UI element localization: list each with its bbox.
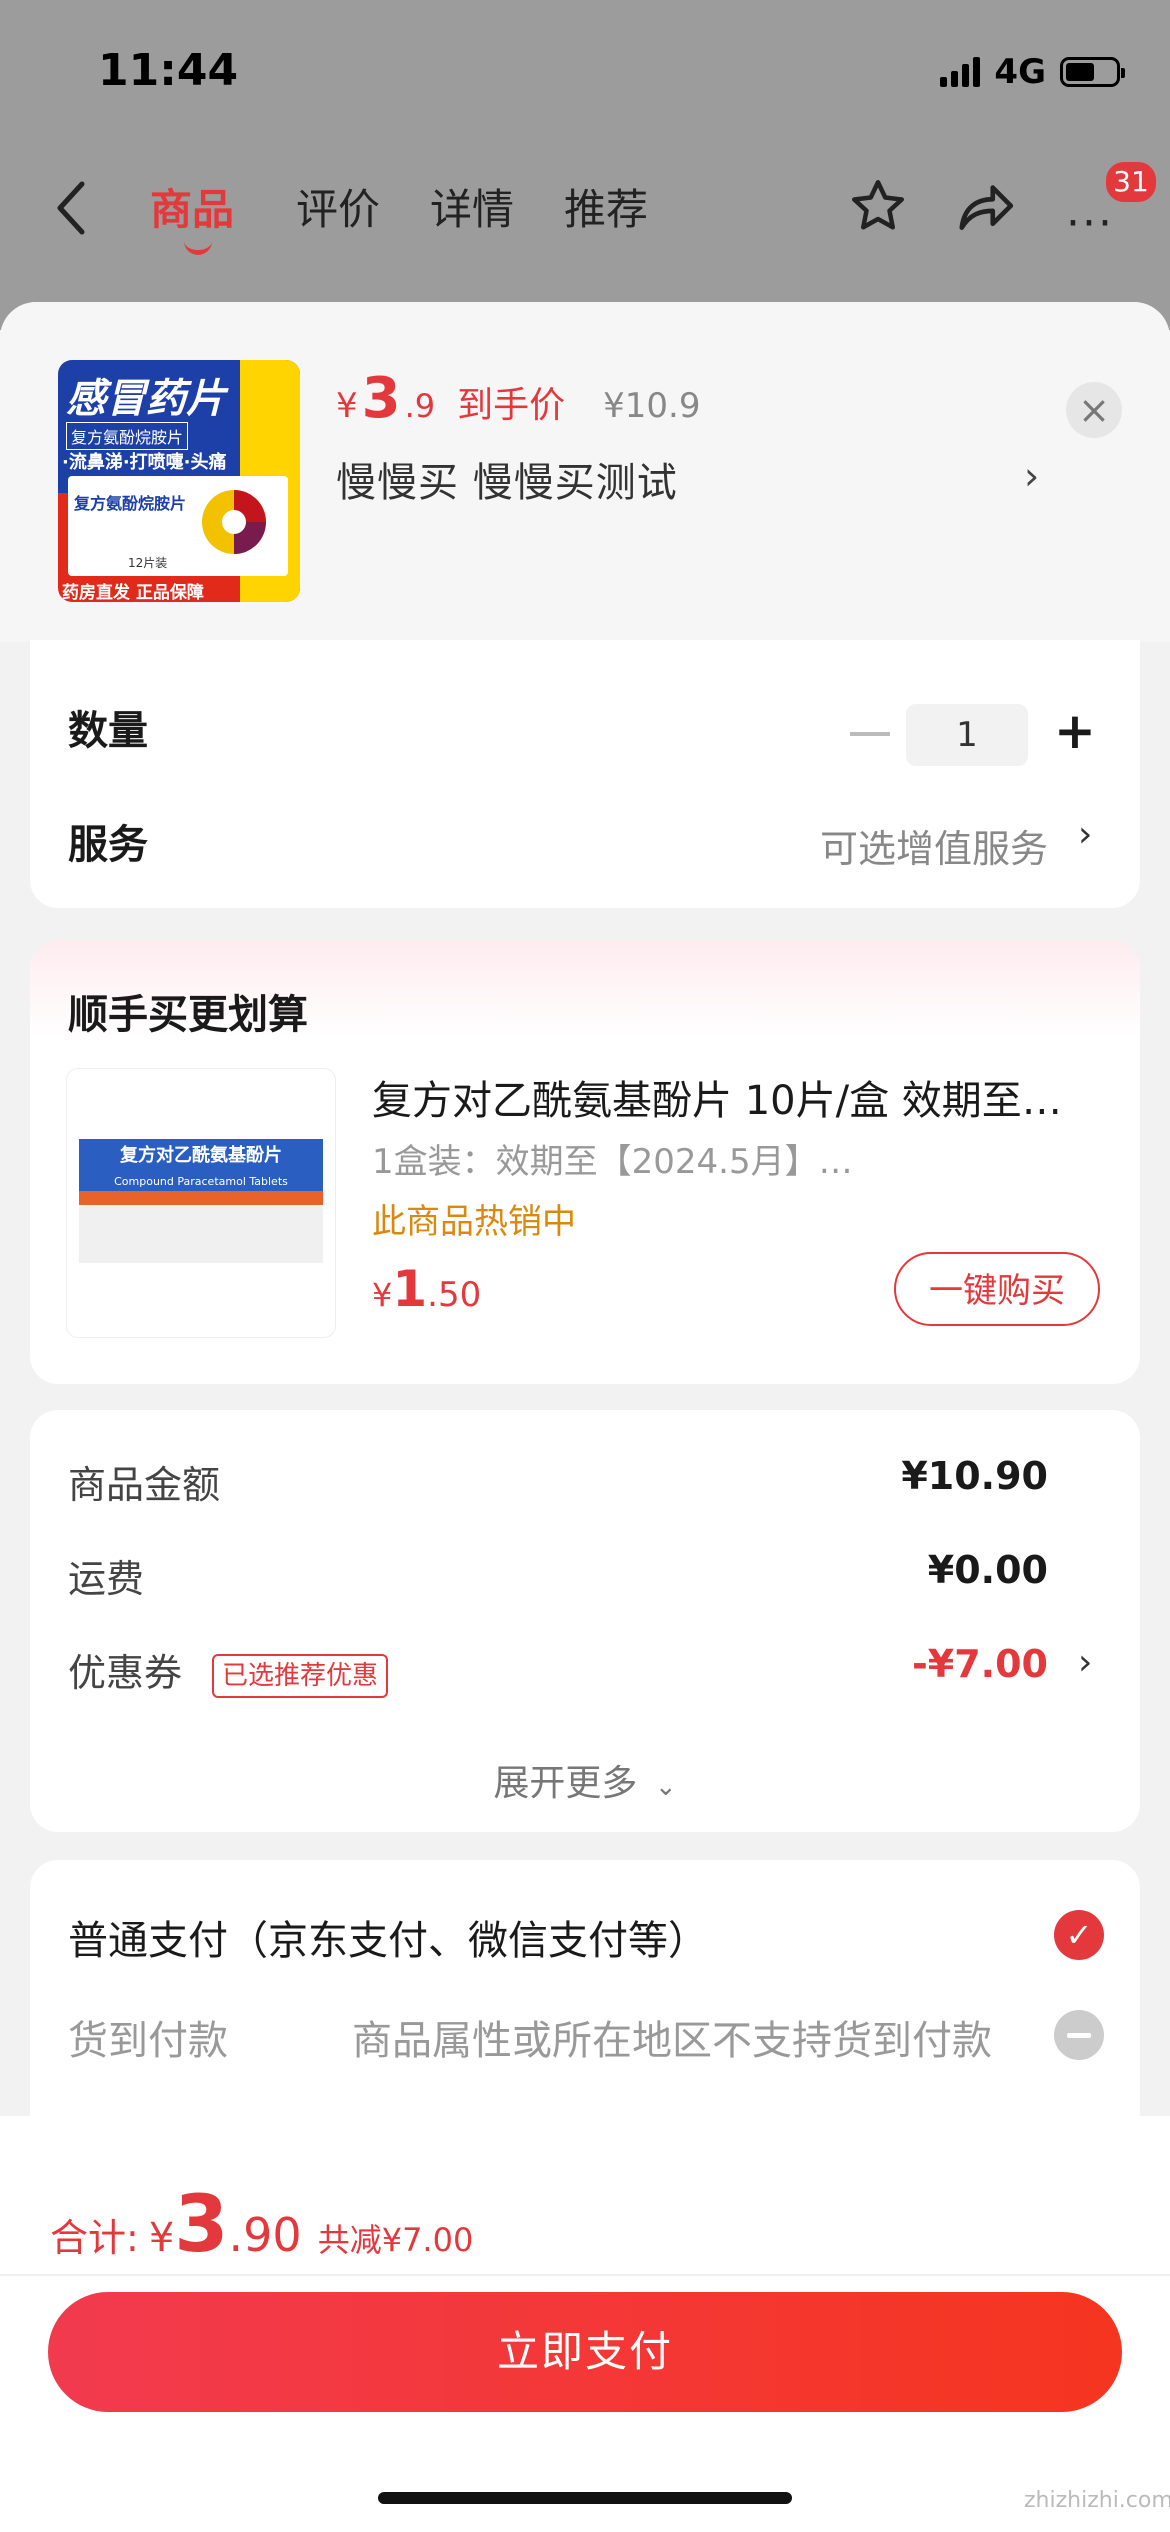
- product-thumbnail: 感冒药片 复方氨酚烷胺片 ·流鼻涕·打喷嚏·头痛 复方氨酚烷胺片 12片装 药房…: [58, 360, 300, 602]
- price-summary-card: 商品金额 ¥10.90 运费 ¥0.00 优惠券 已选推荐优惠 -¥7.00 ›…: [30, 1410, 1140, 1832]
- network-label: 4G: [994, 52, 1046, 92]
- selected-spec[interactable]: 慢慢买 慢慢买测试: [336, 450, 678, 508]
- top-nav: 商品 评价 详情 推荐 ···: [0, 168, 1170, 255]
- service-value[interactable]: 可选增值服务: [820, 818, 1048, 873]
- tab-recommend[interactable]: 推荐: [564, 176, 648, 237]
- thumb-features: ·流鼻涕·打喷嚏·头痛: [62, 452, 227, 473]
- pay-now-button[interactable]: 立即支付: [48, 2292, 1122, 2412]
- more-icon[interactable]: ···: [1066, 198, 1114, 249]
- price-integer: 3: [361, 366, 401, 431]
- price-label: 到手价: [457, 385, 566, 426]
- recommend-title: 顺手买更划算: [68, 992, 308, 1038]
- selected-check-icon[interactable]: ✓: [1054, 1910, 1104, 1960]
- tab-reviews[interactable]: 评价: [296, 176, 380, 237]
- shipping-label: 运费: [68, 1557, 145, 1601]
- coupon-chevron-icon[interactable]: ›: [1078, 1642, 1092, 1683]
- payment-option-standard[interactable]: 普通支付（京东支付、微信支付等）: [68, 1908, 708, 1966]
- thumb-box-name: 复方氨酚烷胺片: [74, 494, 187, 513]
- coupon-label: 优惠券: [68, 1651, 183, 1695]
- thumb-chart-graphic: [202, 490, 266, 554]
- goods-amount-value: ¥10.90: [901, 1454, 1048, 1498]
- close-button[interactable]: ×: [1066, 382, 1122, 438]
- recommend-card: 顺手买更划算 复方对乙酰氨基酚片 Compound Paracetamol Ta…: [30, 940, 1140, 1384]
- total-integer: 3: [174, 2180, 229, 2270]
- recommend-product-spec: 1盒装：效期至【2024.5月】…: [372, 1142, 853, 1182]
- chevron-down-icon: ⌄: [654, 1772, 677, 1802]
- payment-option-cod: 货到付款: [68, 2018, 228, 2064]
- message-badge: 31: [1104, 160, 1158, 204]
- battery-icon: [1060, 57, 1125, 87]
- cod-unavailable-note: 商品属性或所在地区不支持货到付款: [352, 2018, 992, 2064]
- tab-details[interactable]: 详情: [430, 176, 514, 237]
- status-indicators: 4G: [940, 52, 1125, 92]
- total-label: 合计:: [50, 2216, 139, 2260]
- coupon-tag: 已选推荐优惠: [212, 1654, 389, 1698]
- recommend-price: ¥ 1 .50: [372, 1260, 481, 1318]
- recommend-img-en: Compound Paracetamol Tablets: [79, 1173, 323, 1191]
- share-icon[interactable]: [954, 178, 1016, 236]
- expand-more-label: 展开更多: [493, 1763, 638, 1804]
- recommend-hot-label: 此商品热销中: [372, 1202, 576, 1242]
- back-icon[interactable]: [52, 178, 92, 238]
- quantity-decrease-button[interactable]: [850, 732, 890, 736]
- spec-chevron-icon[interactable]: ›: [1024, 454, 1039, 498]
- recommend-img-title: 复方对乙酰氨基酚片: [79, 1139, 323, 1173]
- footer-divider: [0, 2274, 1170, 2276]
- coupon-value[interactable]: -¥7.00: [912, 1642, 1048, 1686]
- home-indicator[interactable]: [378, 2492, 792, 2504]
- recommend-price-decimal: .50: [427, 1275, 482, 1315]
- recommend-product-image[interactable]: 复方对乙酰氨基酚片 Compound Paracetamol Tablets: [66, 1068, 336, 1338]
- checkout-footer: 合计: ¥ 3 .90 共减¥7.00 立即支付: [0, 2116, 1170, 2532]
- quantity-label: 数量: [68, 708, 148, 754]
- options-card: 数量 1 + 服务 可选增值服务 ›: [30, 640, 1140, 908]
- service-label: 服务: [68, 822, 148, 868]
- thumb-subtitle: 复方氨酚烷胺片: [66, 422, 189, 450]
- signal-icon: [940, 57, 981, 87]
- disabled-option-icon: [1054, 2010, 1104, 2060]
- price-block: ¥ 3 .9 到手价 ¥10.9: [336, 366, 701, 431]
- quantity-input[interactable]: 1: [906, 704, 1028, 766]
- price-decimal: .9: [404, 387, 436, 425]
- watermark: zhizhizhi.com: [1024, 2488, 1170, 2513]
- total-decimal: .90: [228, 2208, 302, 2262]
- price-currency: ¥: [336, 386, 358, 426]
- tab-product[interactable]: 商品: [150, 176, 234, 237]
- goods-amount-label: 商品金额: [68, 1463, 221, 1507]
- total-block: 合计: ¥ 3 .90 共减¥7.00: [50, 2180, 473, 2270]
- total-currency: ¥: [148, 2215, 175, 2261]
- total-discount: 共减¥7.00: [317, 2221, 474, 2259]
- recommend-price-integer: 1: [392, 1260, 428, 1318]
- recommend-product-name[interactable]: 复方对乙酰氨基酚片 10片/盒 效期至【2024.5月】: [372, 1068, 1092, 1126]
- expand-more-button[interactable]: 展开更多 ⌄: [30, 1754, 1140, 1806]
- thumb-footer: 药房直发 正品保障: [62, 583, 204, 602]
- star-icon[interactable]: [848, 176, 908, 236]
- shipping-value: ¥0.00: [927, 1548, 1048, 1592]
- thumb-title: 感冒药片: [66, 376, 226, 422]
- recommend-price-currency: ¥: [372, 1276, 393, 1314]
- quantity-increase-button[interactable]: +: [1054, 702, 1096, 760]
- one-click-buy-button[interactable]: 一键购买: [894, 1252, 1100, 1326]
- service-chevron-icon[interactable]: ›: [1078, 814, 1092, 855]
- thumb-count: 12片装: [128, 556, 168, 570]
- status-time: 11:44: [98, 45, 239, 96]
- original-price: ¥10.9: [603, 386, 701, 426]
